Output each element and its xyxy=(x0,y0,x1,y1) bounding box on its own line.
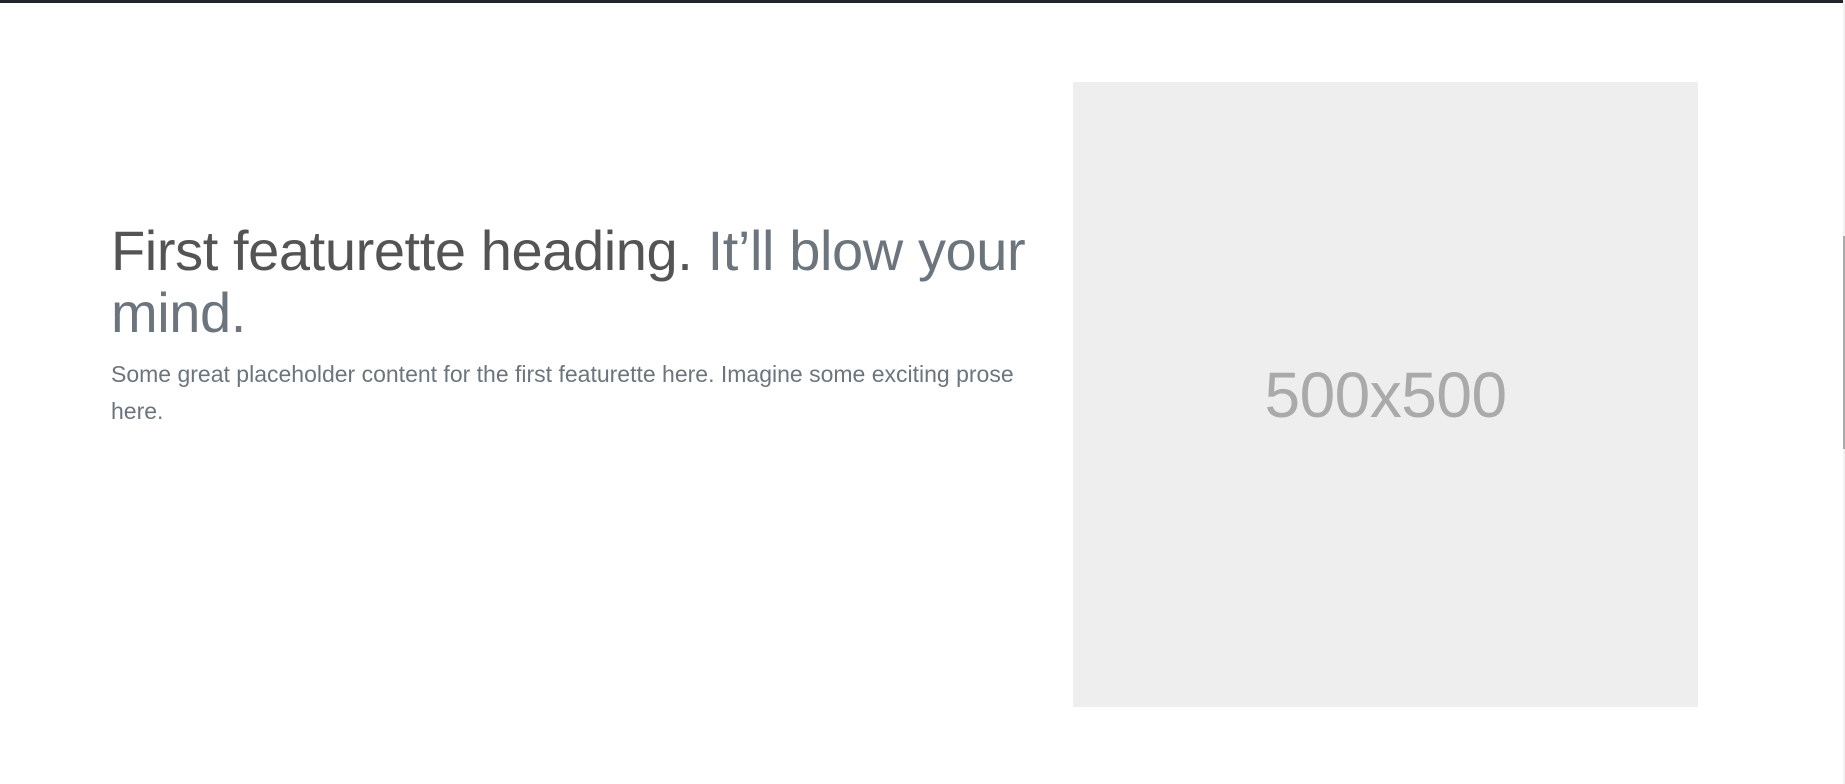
placeholder-image-label: 500x500 xyxy=(1264,358,1507,431)
featurette-text-column: First featurette heading. It’ll blow you… xyxy=(111,220,1051,430)
featurette-heading: First featurette heading. It’ll blow you… xyxy=(111,220,1051,344)
featurette-heading-main: First featurette heading. xyxy=(111,219,708,282)
featurette-row: First featurette heading. It’ll blow you… xyxy=(0,0,1843,784)
page: First featurette heading. It’ll blow you… xyxy=(0,0,1845,784)
featurette-lead-text: Some great placeholder content for the f… xyxy=(111,361,1014,424)
placeholder-image: 500x500 xyxy=(1073,82,1698,707)
